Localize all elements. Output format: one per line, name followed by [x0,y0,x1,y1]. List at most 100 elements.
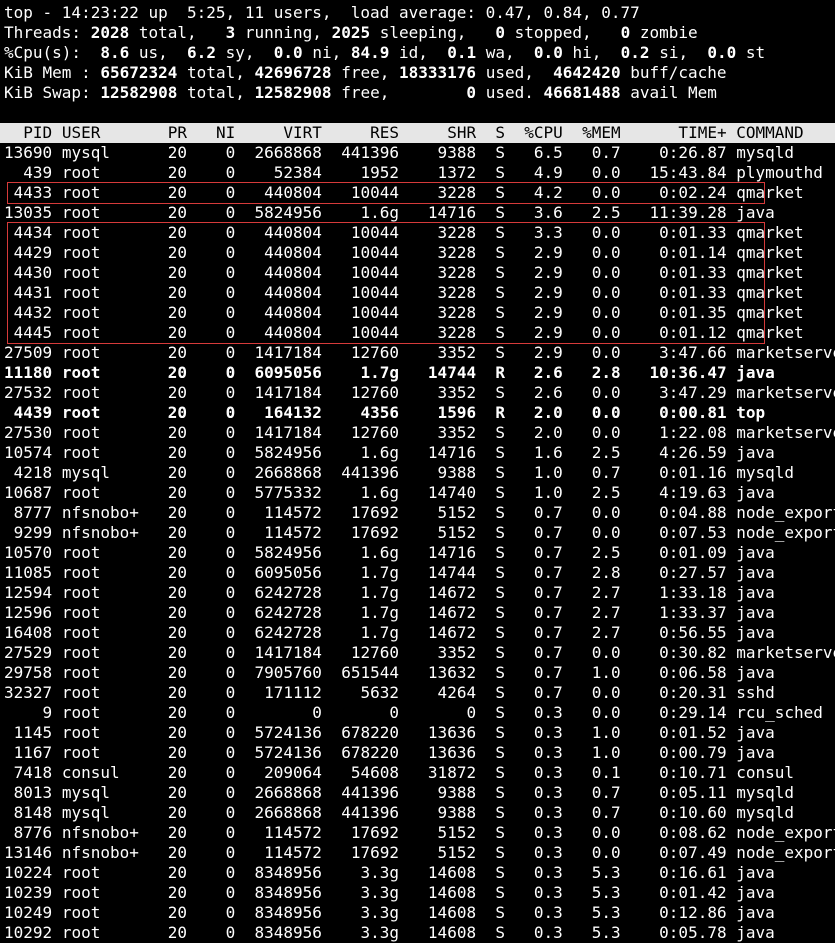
cpu-sy-label: sy, [225,43,255,62]
cell-shr: 0 [408,703,477,722]
cell-pr: 20 [158,503,188,522]
cell-res: 10044 [331,263,400,282]
cell-pid: 8777 [4,503,53,522]
cpu-ni: 0.0 [273,43,303,62]
cell-ni: 0 [196,263,236,282]
cell-res: 1952 [331,163,400,182]
cell-ni: 0 [196,583,236,602]
cell-pid: 8776 [4,823,53,842]
cell-pid: 4429 [4,243,53,262]
threads-running: 3 [225,23,236,42]
cell-cmd: java [736,623,775,642]
cell-cmd: mysqld [736,463,795,482]
cell-pr: 20 [158,663,188,682]
cell-mem: 0.0 [572,343,621,362]
cell-mem: 0.0 [572,403,621,422]
cell-virt: 8348956 [244,863,322,882]
cell-s: S [485,643,505,662]
cell-shr: 14740 [408,483,477,502]
cell-mem: 2.8 [572,363,621,382]
cell-ni: 0 [196,383,236,402]
threads-zombie: 0 [620,23,631,42]
cell-mem: 0.0 [572,263,621,282]
cell-ni: 0 [196,303,236,322]
cell-virt: 1417184 [244,343,322,362]
cell-time: 0:01.14 [630,243,727,262]
swap-label: KiB Swap: [4,83,91,102]
cpu-wa: 0.1 [447,43,477,62]
cell-res: 441396 [331,783,400,802]
cell-pid: 439 [4,163,53,182]
cell-cpu: 3.3 [514,223,563,242]
process-row: 11085 root 20 0 6095056 1.7g 14744 S 0.7… [4,563,835,583]
swap-free: 12582908 [254,83,332,102]
cell-virt: 5724136 [244,743,322,762]
cell-shr: 1596 [408,403,477,422]
cell-mem: 1.0 [572,743,621,762]
cell-time: 0:01.33 [630,263,727,282]
cell-pid: 4433 [4,183,53,202]
cell-user: root [61,883,149,902]
cell-virt: 5824956 [244,543,322,562]
cell-res: 10044 [331,283,400,302]
cell-ni: 0 [196,143,236,162]
cell-res: 0 [331,703,400,722]
cell-shr: 13636 [408,743,477,762]
cell-time: 1:33.37 [630,603,727,622]
cell-pr: 20 [158,363,188,382]
cell-user: root [61,423,149,442]
cell-cpu: 0.3 [514,703,563,722]
cpu-label: %Cpu(s): [4,43,82,62]
column-header-time: TIME+ [630,123,727,142]
cell-pr: 20 [158,463,188,482]
cell-s: S [485,383,505,402]
cell-cmd: qmarket [736,183,804,202]
cell-mem: 0.0 [572,283,621,302]
cell-s: S [485,243,505,262]
cell-cpu: 2.9 [514,303,563,322]
swap-used-label: used. [485,83,534,102]
cell-s: S [485,683,505,702]
cell-res: 1.6g [331,443,400,462]
cell-ni: 0 [196,883,236,902]
cell-mem: 2.8 [572,563,621,582]
mem-total: 65672324 [100,63,178,82]
cell-ni: 0 [196,783,236,802]
cell-pid: 9 [4,703,53,722]
cell-res: 678220 [331,743,400,762]
process-row: 27532 root 20 0 1417184 12760 3352 S 2.6… [4,383,835,403]
cell-pid: 27509 [4,343,53,362]
cell-user: root [61,243,149,262]
cpu-hi: 0.0 [533,43,563,62]
cell-s: S [485,443,505,462]
cell-user: root [61,163,149,182]
cell-pid: 27532 [4,383,53,402]
terminal[interactable]: top - 14:23:22 up 5:25, 11 users, load a… [0,3,835,943]
cell-ni: 0 [196,743,236,762]
cell-s: S [485,323,505,342]
cell-s: S [485,283,505,302]
process-row: 13035 root 20 0 5824956 1.6g 14716 S 3.6… [4,203,835,223]
cell-pid: 7418 [4,763,53,782]
cell-cmd: java [736,203,775,222]
cell-ni: 0 [196,363,236,382]
cell-virt: 5824956 [244,443,322,462]
cell-virt: 440804 [244,223,322,242]
cell-time: 0:04.88 [630,503,727,522]
cell-shr: 14716 [408,543,477,562]
cell-virt: 6242728 [244,583,322,602]
cpu-si-label: si, [659,43,689,62]
cell-ni: 0 [196,643,236,662]
cell-virt: 5724136 [244,723,322,742]
cell-cmd: node_exporter [736,823,835,842]
threads-running-label: running, [244,23,322,42]
process-row: 4439 root 20 0 164132 4356 1596 R 2.0 0.… [4,403,835,423]
cell-virt: 52384 [244,163,322,182]
cell-cpu: 0.7 [514,603,563,622]
process-row: 8776 nfsnobo+ 20 0 114572 17692 5152 S 0… [4,823,835,843]
cell-cmd: qmarket [736,223,804,242]
cell-cmd: java [736,883,775,902]
cell-mem: 2.7 [572,623,621,642]
cell-pr: 20 [158,763,188,782]
cell-user: nfsnobo+ [61,523,149,542]
